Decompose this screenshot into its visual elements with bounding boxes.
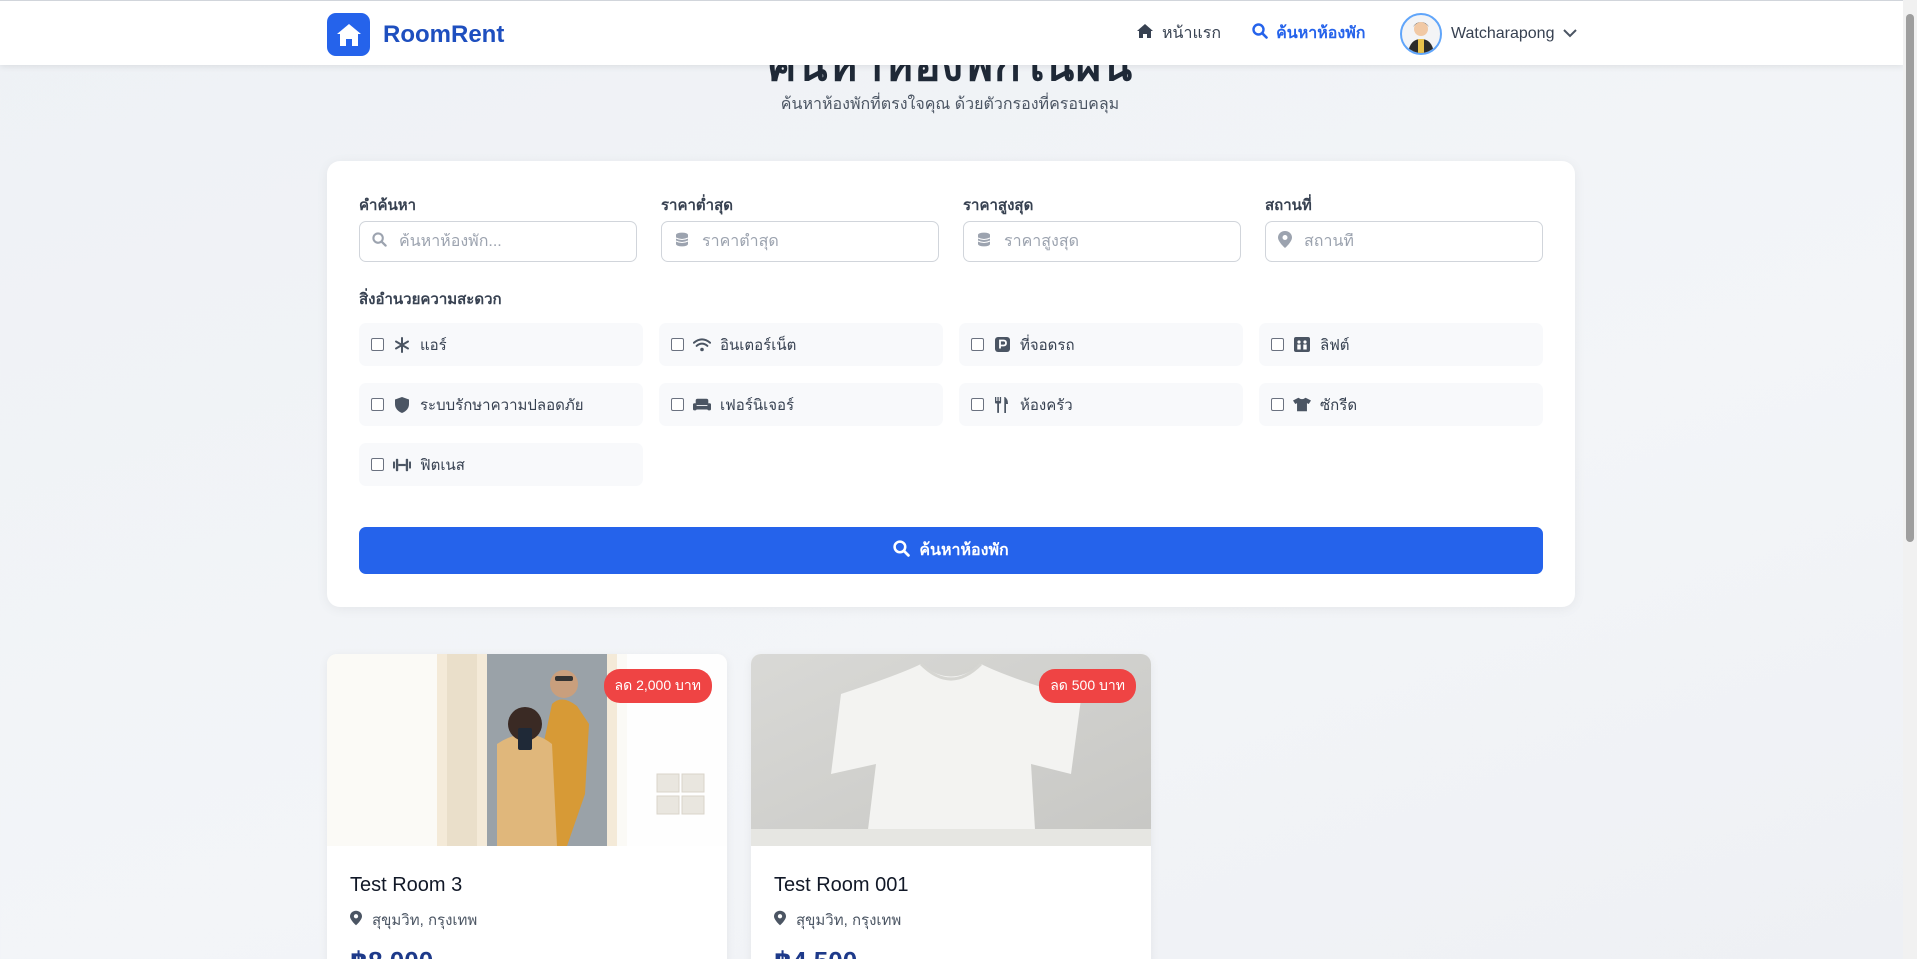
room-card[interactable]: ลด 2,000 บาท Test Room 3 สุขุมวิท, กรุงเ… bbox=[327, 654, 727, 959]
amenity-laundry[interactable]: ซักรีด bbox=[1259, 383, 1543, 426]
shield-icon bbox=[393, 396, 411, 414]
scrollbar-thumb[interactable] bbox=[1906, 14, 1914, 542]
max-price-input[interactable] bbox=[1004, 232, 1224, 251]
nav-link-label: ค้นหาห้องพัก bbox=[1276, 25, 1366, 42]
keyword-input[interactable] bbox=[399, 232, 619, 251]
room-location: สุขุมวิท, กรุงเทพ bbox=[350, 908, 477, 932]
checkbox[interactable] bbox=[1271, 338, 1284, 351]
checkbox[interactable] bbox=[371, 338, 384, 351]
discount-badge: ลด 500 บาท bbox=[1039, 669, 1136, 703]
checkbox[interactable] bbox=[971, 398, 984, 411]
checkbox[interactable] bbox=[971, 338, 984, 351]
chevron-down-icon bbox=[1563, 25, 1578, 43]
brand-name: RoomRent bbox=[383, 20, 505, 48]
room-price: ฿8,000 bbox=[350, 946, 433, 959]
amenity-label: เฟอร์นิเจอร์ bbox=[720, 396, 795, 414]
room-card[interactable]: ลด 500 บาท Test Room 001 สุขุมวิท, กรุงเ… bbox=[751, 654, 1151, 959]
location-field bbox=[1265, 221, 1543, 262]
nav-link-search[interactable]: ค้นหาห้องพัก bbox=[1252, 21, 1365, 46]
user-name: Watcharapong bbox=[1451, 25, 1555, 42]
parking-icon bbox=[993, 336, 1011, 354]
nav-link-home[interactable]: หน้าแรก bbox=[1136, 21, 1221, 46]
checkbox[interactable] bbox=[371, 458, 384, 471]
amenity-label: ห้องครัว bbox=[1020, 396, 1073, 414]
map-pin-icon bbox=[774, 910, 786, 930]
amenity-label: ลิฟต์ bbox=[1320, 336, 1350, 354]
location-label: สถานที่ bbox=[1265, 197, 1312, 214]
avatar bbox=[1400, 13, 1442, 55]
amenity-label: แอร์ bbox=[420, 336, 447, 354]
top-navbar: RoomRent หน้าแรก ค้นหาห้องพัก Watcharapo… bbox=[0, 0, 1903, 65]
wifi-icon bbox=[693, 336, 711, 354]
dumbbell-icon bbox=[393, 456, 411, 474]
location-input[interactable] bbox=[1304, 232, 1524, 251]
map-pin-icon bbox=[1278, 230, 1292, 253]
search-submit-label: ค้นหาห้องพัก bbox=[919, 542, 1009, 559]
amenity-kitchen[interactable]: ห้องครัว bbox=[959, 383, 1243, 426]
couch-icon bbox=[693, 396, 711, 414]
checkbox[interactable] bbox=[1271, 398, 1284, 411]
amenity-fitness[interactable]: ฟิตเนส bbox=[359, 443, 643, 486]
snowflake-icon bbox=[393, 336, 411, 354]
house-icon bbox=[327, 13, 370, 56]
room-title: Test Room 001 bbox=[774, 874, 909, 896]
user-menu[interactable]: Watcharapong bbox=[1400, 13, 1578, 55]
home-icon bbox=[1136, 23, 1154, 44]
min-price-label: ราคาต่ำสุด bbox=[661, 197, 733, 214]
search-filter-card: คำค้นหา ราคาต่ำสุด ราคาสูงสุด สถานที่ สิ… bbox=[327, 161, 1575, 607]
min-price-input[interactable] bbox=[702, 232, 922, 251]
discount-badge: ลด 2,000 บาท bbox=[603, 669, 712, 703]
room-title: Test Room 3 bbox=[350, 874, 463, 896]
amenity-security[interactable]: ระบบรักษาความปลอดภัย bbox=[359, 383, 643, 426]
max-price-label: ราคาสูงสุด bbox=[963, 197, 1034, 214]
page-scrollbar[interactable] bbox=[1903, 0, 1917, 959]
amenity-label: อินเตอร์เน็ต bbox=[720, 336, 797, 354]
elevator-icon bbox=[1293, 336, 1311, 354]
room-location-text: สุขุมวิท, กรุงเทพ bbox=[796, 912, 902, 929]
amenity-parking[interactable]: ที่จอดรถ bbox=[959, 323, 1243, 366]
min-price-field bbox=[661, 221, 939, 262]
search-submit-button[interactable]: ค้นหาห้องพัก bbox=[359, 527, 1543, 574]
amenity-label: ที่จอดรถ bbox=[1020, 336, 1075, 354]
room-photo: ลด 500 บาท bbox=[751, 654, 1151, 846]
amenity-furniture[interactable]: เฟอร์นิเจอร์ bbox=[659, 383, 943, 426]
checkbox[interactable] bbox=[671, 338, 684, 351]
utensils-icon bbox=[993, 396, 1011, 414]
checkbox[interactable] bbox=[371, 398, 384, 411]
amenities-heading: สิ่งอำนวยความสะดวก bbox=[359, 291, 502, 308]
brand-logo[interactable]: RoomRent bbox=[327, 13, 504, 56]
coins-icon bbox=[976, 232, 992, 252]
page-subtitle: ค้นหาห้องพักที่ตรงใจคุณ ด้วยตัวกรองที่คร… bbox=[780, 96, 1120, 113]
nav-links: หน้าแรก ค้นหาห้องพัก bbox=[1136, 1, 1365, 66]
max-price-field bbox=[963, 221, 1241, 262]
keyword-field bbox=[359, 221, 637, 262]
search-icon bbox=[1252, 23, 1268, 44]
coins-icon bbox=[674, 232, 690, 252]
amenity-elevator[interactable]: ลิฟต์ bbox=[1259, 323, 1543, 366]
amenity-internet[interactable]: อินเตอร์เน็ต bbox=[659, 323, 943, 366]
nav-link-label: หน้าแรก bbox=[1162, 25, 1222, 42]
room-photo: ลด 2,000 บาท bbox=[327, 654, 727, 846]
amenity-air[interactable]: แอร์ bbox=[359, 323, 643, 366]
keyword-label: คำค้นหา bbox=[359, 197, 417, 214]
shirt-icon bbox=[1293, 396, 1311, 414]
checkbox[interactable] bbox=[671, 398, 684, 411]
room-location: สุขุมวิท, กรุงเทพ bbox=[774, 908, 901, 932]
search-icon bbox=[372, 231, 387, 252]
map-pin-icon bbox=[350, 910, 362, 930]
amenity-label: ฟิตเนส bbox=[420, 456, 465, 474]
search-icon bbox=[893, 539, 911, 562]
room-location-text: สุขุมวิท, กรุงเทพ bbox=[372, 912, 478, 929]
amenity-label: ระบบรักษาความปลอดภัย bbox=[420, 396, 584, 414]
room-price: ฿4,500 bbox=[774, 946, 857, 959]
amenity-label: ซักรีด bbox=[1320, 396, 1358, 414]
